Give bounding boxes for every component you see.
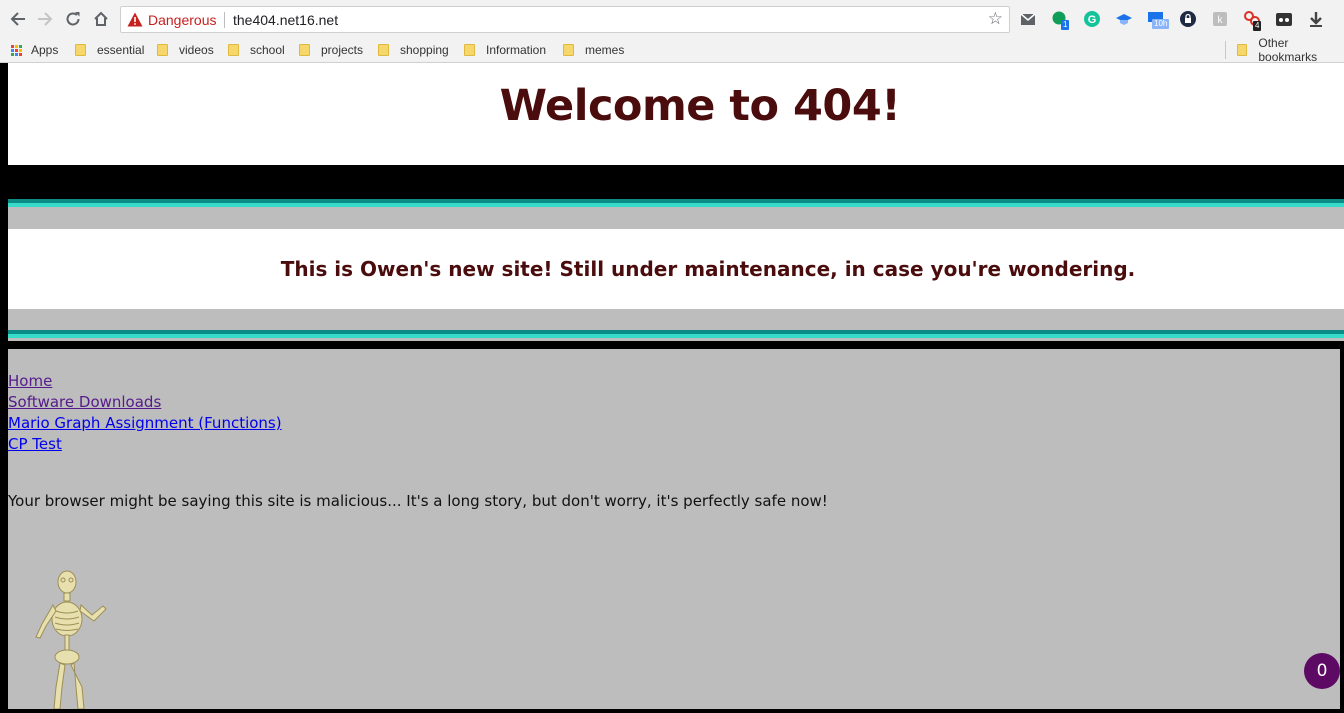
svg-text:G: G <box>1088 14 1097 26</box>
bookmark-other[interactable]: Other bookmarks <box>1237 36 1344 64</box>
gray-extension-icon[interactable]: k <box>1211 10 1229 28</box>
page-header: Welcome to 404! <box>8 63 1344 165</box>
extension-badge: 10h <box>1152 19 1170 29</box>
message-box: This is Owen's new site! Still under mai… <box>8 229 1344 309</box>
download-icon[interactable] <box>1307 10 1325 28</box>
bookmark-label: Apps <box>31 43 59 57</box>
bookmark-label: Information <box>486 43 547 57</box>
bookmark-label: projects <box>321 43 364 57</box>
warning-icon[interactable] <box>127 12 143 31</box>
folder-icon <box>1237 44 1248 56</box>
stripe-band <box>8 329 1344 341</box>
nav-link-software-downloads[interactable]: Software Downloads <box>8 392 282 413</box>
address-bar[interactable]: Dangerous the404.net16.net ☆ <box>120 6 1010 33</box>
nav-link-home[interactable]: Home <box>8 371 282 392</box>
web-page: Welcome to 404! This is Owen's new site!… <box>0 63 1344 710</box>
graduation-cap-icon[interactable] <box>1115 10 1133 28</box>
stripe-divider <box>8 203 1344 207</box>
nav-link-mario-graph[interactable]: Mario Graph Assignment (Functions) <box>8 413 282 434</box>
home-icon[interactable] <box>90 8 112 30</box>
bookmark-school[interactable]: school <box>228 42 285 58</box>
lock-extension-icon[interactable] <box>1179 10 1197 28</box>
message-band: This is Owen's new site! Still under mai… <box>8 199 1344 329</box>
main-content: Home Software Downloads Mario Graph Assi… <box>8 349 1340 710</box>
folder-icon <box>75 44 86 56</box>
bookmarks-divider <box>1225 41 1226 59</box>
screen-extension-icon[interactable]: 10h <box>1147 10 1170 29</box>
nav-links: Home Software Downloads Mario Graph Assi… <box>8 371 282 455</box>
bookmarks-bar: Apps essential videos school projects sh… <box>0 36 1344 64</box>
url-text[interactable]: the404.net16.net <box>233 12 338 28</box>
mail-extension-icon[interactable] <box>1019 10 1037 28</box>
incognito-extension-icon[interactable] <box>1275 10 1293 28</box>
bookmark-label: school <box>250 43 285 57</box>
bookmark-label: videos <box>179 43 214 57</box>
bookmark-memes[interactable]: memes <box>563 42 624 58</box>
safety-notice: Your browser might be saying this site i… <box>8 492 828 510</box>
extension-badge: 1 <box>1061 20 1070 30</box>
stripe-divider <box>8 334 1344 338</box>
red-extension-icon[interactable]: 4 <box>1243 10 1262 31</box>
bookmark-projects[interactable]: projects <box>299 42 363 58</box>
folder-icon <box>378 44 389 56</box>
extension-badge: 4 <box>1253 21 1262 31</box>
site-message: This is Owen's new site! Still under mai… <box>280 257 1136 281</box>
reload-icon[interactable] <box>62 8 84 30</box>
folder-icon <box>157 44 168 56</box>
page-title: Welcome to 404! <box>499 81 901 131</box>
dancing-skeleton-image <box>26 569 108 713</box>
browser-toolbar: Dangerous the404.net16.net ☆ 1 G 10h k 4 <box>0 0 1344 38</box>
folder-icon <box>464 44 475 56</box>
bookmark-shopping[interactable]: shopping <box>378 42 449 58</box>
apps-grid-icon <box>11 44 22 56</box>
bookmark-star-icon[interactable]: ☆ <box>988 10 1003 28</box>
back-icon[interactable] <box>7 8 29 30</box>
chat-extension-icon[interactable]: 1 <box>1051 10 1070 30</box>
bookmark-label: memes <box>585 43 625 57</box>
bookmark-apps[interactable]: Apps <box>11 42 58 58</box>
grammarly-icon[interactable]: G <box>1083 10 1101 28</box>
bookmark-information[interactable]: Information <box>464 42 546 58</box>
folder-icon <box>228 44 239 56</box>
folder-icon <box>299 44 310 56</box>
omnibox-divider <box>224 12 225 28</box>
forward-icon[interactable] <box>34 8 56 30</box>
bookmark-label: essential <box>97 43 145 57</box>
bookmark-label: Other bookmarks <box>1258 36 1318 64</box>
nav-link-cp-test[interactable]: CP Test <box>8 434 282 455</box>
bookmark-essential[interactable]: essential <box>75 42 144 58</box>
folder-icon <box>563 44 574 56</box>
notification-counter-button[interactable]: 0 <box>1304 653 1340 689</box>
bookmark-videos[interactable]: videos <box>157 42 214 58</box>
security-label[interactable]: Dangerous <box>148 12 217 28</box>
bookmark-label: shopping <box>400 43 449 57</box>
